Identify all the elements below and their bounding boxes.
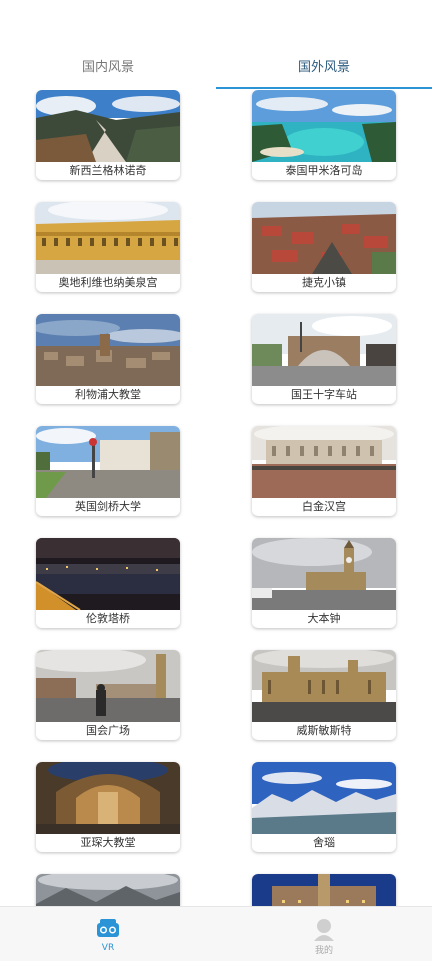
scenery-card[interactable]: 泰国甲米洛可岛 xyxy=(252,90,396,180)
nav-vr[interactable]: VR xyxy=(0,913,216,959)
nav-vr-label: VR xyxy=(101,943,115,953)
card-title: 利物浦大教堂 xyxy=(75,388,141,401)
card-title: 国会广场 xyxy=(86,724,130,737)
tab-foreign[interactable]: 国外风景 xyxy=(216,50,432,90)
scenery-card[interactable]: 国王十字车站 xyxy=(252,314,396,404)
card-title: 国王十字车站 xyxy=(291,388,357,401)
scenery-thumbnail xyxy=(252,762,396,834)
card-title: 舍瑙 xyxy=(313,836,335,849)
scenery-thumbnail xyxy=(252,874,396,906)
card-title: 亚琛大教堂 xyxy=(80,836,136,849)
scenery-thumbnail xyxy=(252,650,396,722)
scenery-thumbnail xyxy=(36,762,180,834)
tab-domestic[interactable]: 国内风景 xyxy=(0,50,216,90)
scenery-thumbnail xyxy=(252,426,396,498)
scenery-card[interactable]: 奥地利维也纳美泉宫 xyxy=(36,202,180,292)
scenery-card[interactable] xyxy=(252,874,396,906)
scenery-thumbnail xyxy=(36,426,180,498)
scenery-card[interactable]: 利物浦大教堂 xyxy=(36,314,180,404)
scenery-thumbnail xyxy=(36,202,180,274)
card-title: 泰国甲米洛可岛 xyxy=(285,164,363,177)
scenery-tabs: 国内风景 国外风景 xyxy=(0,50,432,90)
scenery-grid: 新西兰格林诺奇 泰国甲米洛可岛 奥地利维也纳美泉宫 捷克小镇 利物浦大教堂 国王… xyxy=(0,90,432,906)
card-title: 白金汉宫 xyxy=(302,500,346,513)
card-title: 伦敦塔桥 xyxy=(86,612,130,625)
scenery-card[interactable]: 白金汉宫 xyxy=(252,426,396,516)
scenery-card[interactable]: 捷克小镇 xyxy=(252,202,396,292)
scenery-thumbnail xyxy=(36,90,180,162)
scenery-thumbnail xyxy=(36,874,180,906)
nav-mine-label: 我的 xyxy=(314,946,333,956)
scenery-card[interactable]: 国会广场 xyxy=(36,650,180,740)
scenery-card[interactable]: 新西兰格林诺奇 xyxy=(36,90,180,180)
scenery-thumbnail xyxy=(252,314,396,386)
bottom-tab-bar: VR 我的 xyxy=(0,906,432,961)
scenery-card[interactable]: 亚琛大教堂 xyxy=(36,762,180,852)
card-title: 奥地利维也纳美泉宫 xyxy=(58,276,158,289)
card-title: 英国剑桥大学 xyxy=(75,500,141,513)
scenery-card[interactable] xyxy=(36,874,180,906)
scenery-thumbnail xyxy=(252,538,396,610)
active-tab-indicator xyxy=(216,87,432,89)
scenery-thumbnail xyxy=(36,650,180,722)
scenery-thumbnail xyxy=(36,538,180,610)
nav-mine[interactable]: 我的 xyxy=(216,913,432,959)
card-title: 大本钟 xyxy=(307,612,341,625)
card-title: 捷克小镇 xyxy=(302,276,346,289)
card-title: 威斯敏斯特 xyxy=(296,724,352,737)
card-title: 新西兰格林诺奇 xyxy=(69,164,147,177)
scenery-card[interactable]: 英国剑桥大学 xyxy=(36,426,180,516)
user-profile-icon xyxy=(314,919,334,941)
scenery-card[interactable]: 舍瑙 xyxy=(252,762,396,852)
scenery-thumbnail xyxy=(36,314,180,386)
scenery-thumbnail xyxy=(252,202,396,274)
vr-headset-icon xyxy=(97,919,119,937)
scenery-card[interactable]: 大本钟 xyxy=(252,538,396,628)
scenery-card[interactable]: 伦敦塔桥 xyxy=(36,538,180,628)
scenery-card[interactable]: 威斯敏斯特 xyxy=(252,650,396,740)
scenery-thumbnail xyxy=(252,90,396,162)
